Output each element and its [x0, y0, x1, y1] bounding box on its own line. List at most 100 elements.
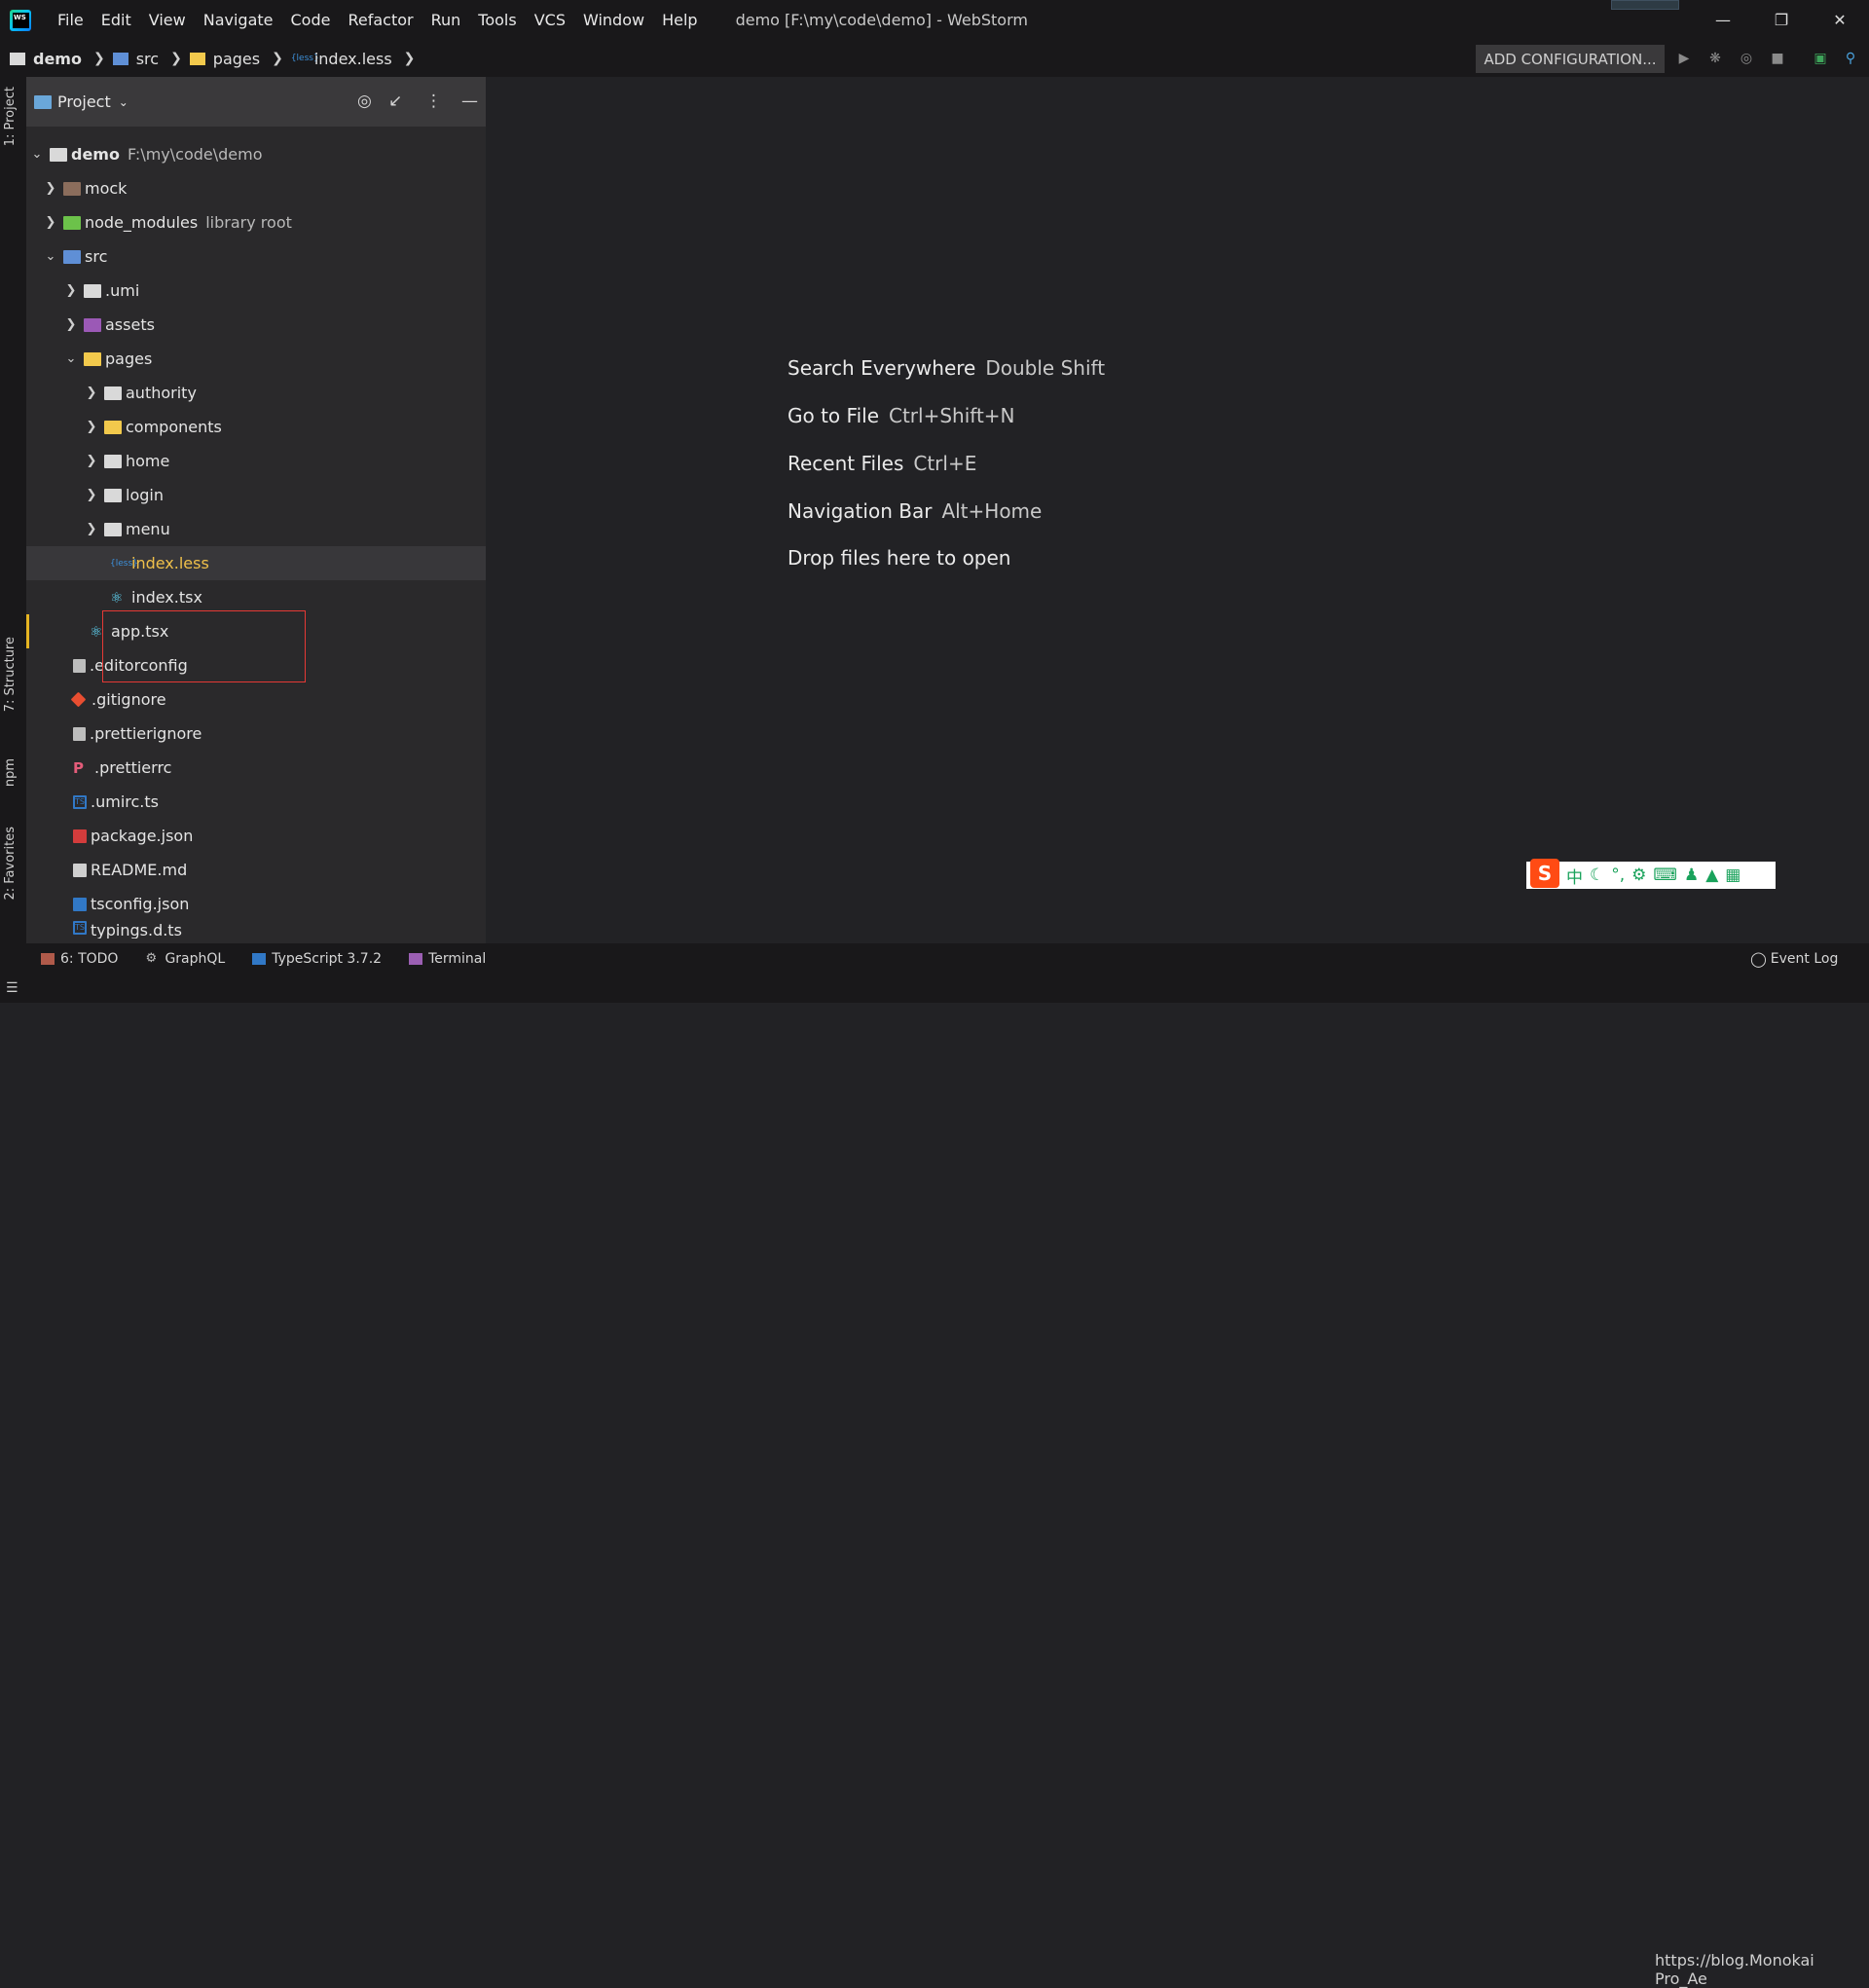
- menu-refactor[interactable]: Refactor: [339, 0, 421, 40]
- run-icon[interactable]: ▶: [1676, 51, 1692, 66]
- chinese-mode-icon[interactable]: 中: [1566, 864, 1583, 888]
- tool-label: GraphQL: [165, 951, 226, 967]
- tree-item-node-modules[interactable]: ❯ node_modules library root: [26, 205, 486, 239]
- stop-icon[interactable]: ■: [1770, 51, 1785, 66]
- keyboard-icon[interactable]: ⌨: [1653, 865, 1677, 885]
- menu-help[interactable]: Help: [653, 0, 706, 40]
- tool-terminal[interactable]: Terminal: [409, 951, 486, 967]
- tree-label: menu: [126, 520, 170, 538]
- chevron-right-icon: ❯: [45, 215, 56, 230]
- project-panel: Project ⌄ ◎ ↙ ⋮ — ⌄ demo F:\my\code\demo…: [26, 77, 508, 943]
- menu-edit[interactable]: Edit: [92, 0, 140, 40]
- tree-item-prettierrc[interactable]: P .prettierrc: [26, 751, 486, 785]
- menu-code[interactable]: Code: [282, 0, 340, 40]
- menu-run[interactable]: Run: [422, 0, 470, 40]
- hide-panel-icon[interactable]: —: [461, 92, 478, 110]
- more-options-icon[interactable]: ⋮: [425, 92, 442, 110]
- tree-item-typings[interactable]: TS typings.d.ts: [26, 921, 486, 939]
- microphone-icon[interactable]: ⚙: [1631, 865, 1646, 885]
- tool-graphql[interactable]: ⚙ GraphQL: [145, 951, 225, 967]
- tree-item-pages[interactable]: ⌄ pages: [26, 342, 486, 376]
- menu-vcs[interactable]: VCS: [526, 0, 574, 40]
- user-icon[interactable]: ♟: [1684, 865, 1699, 885]
- terminal-toolbar-icon[interactable]: ▣: [1813, 51, 1828, 66]
- tree-item-menu[interactable]: ❯ menu: [26, 512, 486, 546]
- folder-icon: [63, 181, 81, 196]
- tool-tab-structure[interactable]: 7: Structure: [3, 637, 18, 712]
- ime-toolbar: S 中 ☾ °, ⚙ ⌨ ♟ ▲ ▦: [1526, 859, 1776, 889]
- memory-meter: [1611, 0, 1679, 10]
- tree-label: .gitignore: [92, 690, 166, 709]
- breadcrumb-demo[interactable]: demo: [33, 50, 82, 68]
- menu-file[interactable]: File: [49, 0, 92, 40]
- coverage-icon[interactable]: ◎: [1739, 51, 1754, 66]
- tree-item-assets[interactable]: ❯ assets: [26, 308, 486, 342]
- tree-item-home[interactable]: ❯ home: [26, 444, 486, 478]
- minimize-icon[interactable]: —: [1694, 0, 1752, 40]
- tool-event-log[interactable]: ◯ Event Log: [1750, 950, 1838, 968]
- status-bar: ☰ https://blog.Monokai Pro_Ae: [0, 975, 1869, 1988]
- tool-todo[interactable]: 6: TODO: [41, 951, 118, 967]
- project-icon: [34, 94, 52, 109]
- punctuation-icon[interactable]: °,: [1611, 865, 1625, 885]
- hint-shortcut: Ctrl+Shift+N: [889, 404, 1015, 427]
- navigation-bar: demo ❯ src ❯ pages ❯ {less} index.less ❯…: [0, 40, 1869, 77]
- tool-typescript[interactable]: TypeScript 3.7.2: [252, 951, 382, 967]
- tree-item-components[interactable]: ❯ components: [26, 410, 486, 444]
- collapse-all-icon[interactable]: ↙: [388, 92, 402, 110]
- tree-label: .umirc.ts: [91, 792, 159, 811]
- source-folder-icon: [112, 52, 128, 65]
- menu-window[interactable]: Window: [574, 0, 653, 40]
- watermark-text: https://blog.Monokai Pro_Ae: [1655, 1951, 1814, 1988]
- npm-package-icon: [73, 828, 87, 843]
- close-icon[interactable]: ✕: [1811, 0, 1869, 40]
- tree-item-umi[interactable]: ❯ .umi: [26, 274, 486, 308]
- add-configuration-button[interactable]: ADD CONFIGURATION...: [1476, 45, 1665, 73]
- tree-label: src: [85, 247, 108, 266]
- sogou-logo-icon[interactable]: S: [1530, 859, 1559, 888]
- chevron-right-icon: ❯: [86, 522, 97, 536]
- tree-item-authority[interactable]: ❯ authority: [26, 376, 486, 410]
- tree-item-index-tsx[interactable]: ⚛ index.tsx: [26, 580, 486, 614]
- tree-item-demo[interactable]: ⌄ demo F:\my\code\demo: [26, 137, 486, 171]
- layers-icon[interactable]: ☰: [6, 980, 18, 996]
- tool-tab-favorites[interactable]: 2: Favorites: [3, 827, 18, 901]
- breadcrumb-pages[interactable]: pages: [213, 50, 260, 68]
- tool-label: TypeScript 3.7.2: [272, 951, 383, 967]
- search-icon[interactable]: ⚲: [1843, 51, 1858, 66]
- moon-icon[interactable]: ☾: [1590, 865, 1604, 885]
- menu-navigate[interactable]: Navigate: [195, 0, 282, 40]
- hint-label: Go to File: [788, 404, 879, 427]
- menu-view[interactable]: View: [140, 0, 195, 40]
- grid-icon[interactable]: ▦: [1725, 865, 1741, 885]
- chevron-down-icon: ⌄: [65, 351, 77, 366]
- tree-item-index-less[interactable]: {less} index.less: [26, 546, 486, 580]
- breadcrumb-src[interactable]: src: [136, 50, 159, 68]
- menu-tools[interactable]: Tools: [469, 0, 525, 40]
- tool-tab-project[interactable]: 1: Project: [3, 87, 18, 146]
- tree-item-tsconfig[interactable]: tsconfig.json: [26, 887, 486, 921]
- tree-item-prettierignore[interactable]: .prettierignore: [26, 717, 486, 751]
- tool-tab-npm[interactable]: npm: [3, 758, 18, 787]
- tree-label: node_modules: [85, 213, 199, 232]
- tree-item-readme[interactable]: README.md: [26, 853, 486, 887]
- locate-file-icon[interactable]: ◎: [357, 92, 372, 110]
- tree-item-umirc-ts[interactable]: TS .umirc.ts: [26, 785, 486, 819]
- tree-label: assets: [105, 315, 155, 334]
- tree-item-gitignore[interactable]: .gitignore: [26, 682, 486, 717]
- tree-item-package-json[interactable]: package.json: [26, 819, 486, 853]
- folder-icon: [104, 488, 122, 502]
- tsconfig-file-icon: [73, 897, 87, 911]
- breadcrumb-index-less[interactable]: index.less: [314, 50, 392, 68]
- tree-item-login[interactable]: ❯ login: [26, 478, 486, 512]
- tree-label: README.md: [91, 861, 188, 879]
- debug-icon[interactable]: ❋: [1707, 51, 1723, 66]
- project-view-selector[interactable]: Project ⌄: [34, 92, 128, 111]
- tree-item-mock[interactable]: ❯ mock: [26, 171, 486, 205]
- restore-icon[interactable]: ❐: [1752, 0, 1811, 40]
- tree-item-src[interactable]: ⌄ src: [26, 239, 486, 274]
- shirt-icon[interactable]: ▲: [1705, 865, 1718, 885]
- folder-icon: [50, 147, 67, 162]
- typescript-icon: [252, 953, 267, 965]
- editor-area: Search Everywhere Double Shift Go to File…: [486, 77, 1869, 943]
